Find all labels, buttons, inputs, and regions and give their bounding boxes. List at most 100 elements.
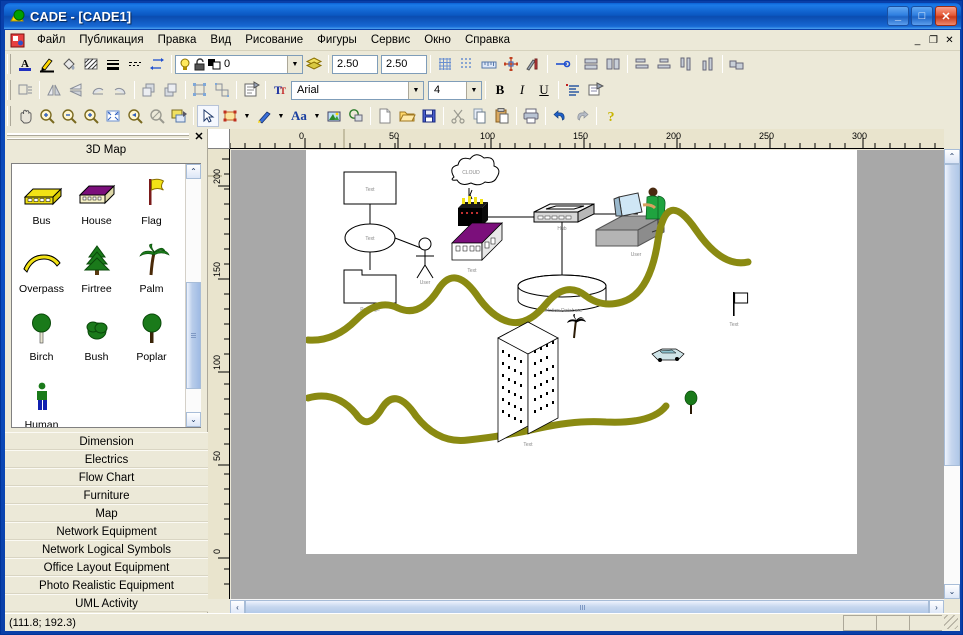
toolbar-grip[interactable] [7, 80, 11, 100]
new-file-icon[interactable] [374, 105, 396, 127]
layer-combo[interactable]: 0 ▼ [175, 54, 303, 74]
line-weight-icon[interactable] [102, 53, 124, 75]
category-network-equipment[interactable]: Network Equipment [5, 522, 208, 540]
group-icon[interactable] [580, 53, 602, 75]
horizontal-ruler[interactable]: 0 50 100 150 200 250 300 [230, 129, 944, 149]
width-field[interactable]: 2.50 [332, 54, 378, 74]
category-furniture[interactable]: Furniture [5, 486, 208, 504]
bold-button[interactable]: B [489, 79, 511, 101]
stencil-item-firtree[interactable]: Firtree [69, 238, 124, 306]
pointer-icon[interactable] [197, 105, 219, 127]
pen-dropdown-icon[interactable]: ▼ [275, 105, 287, 127]
stencil-item-bus[interactable]: Bus [14, 170, 69, 238]
panel-drag-grip[interactable] [7, 132, 189, 140]
scroll-up-icon[interactable]: ⌃ [944, 149, 960, 164]
menu-draw[interactable]: Рисование [238, 32, 310, 48]
align-top-icon[interactable] [675, 53, 697, 75]
canvas-vscroll-track[interactable] [944, 164, 960, 584]
snap-point-icon[interactable] [500, 53, 522, 75]
toolbar-grip[interactable] [7, 54, 11, 74]
zoom-selection-icon[interactable] [146, 105, 168, 127]
text-tool-icon[interactable]: Aa [287, 105, 311, 127]
chevron-down-icon[interactable]: ▼ [466, 81, 481, 99]
stencil-item-bush[interactable]: Bush [69, 306, 124, 374]
zoom-out-icon[interactable] [58, 105, 80, 127]
cut-icon[interactable] [447, 105, 469, 127]
page-content[interactable]: Text Text Package User CLOUD Relation Da… [304, 150, 857, 554]
minimize-button[interactable]: _ [887, 6, 909, 26]
ruler-icon[interactable] [478, 53, 500, 75]
undo-icon[interactable] [549, 105, 571, 127]
zoom-previous-icon[interactable] [124, 105, 146, 127]
flip-vertical-icon[interactable] [65, 79, 87, 101]
drawing-canvas[interactable]: Text Text Package User CLOUD Relation Da… [231, 150, 944, 599]
chevron-down-icon[interactable]: ▼ [408, 81, 423, 99]
font-color-icon[interactable]: A [14, 53, 36, 75]
distribute-icon[interactable] [726, 53, 748, 75]
zoom-fit-icon[interactable]: ⇱⇲ [102, 105, 124, 127]
stencil-scroll-track[interactable] [186, 179, 201, 412]
layers-icon[interactable] [303, 53, 325, 75]
menu-file[interactable]: Файл [30, 32, 72, 48]
close-icon[interactable]: ✕ [193, 130, 205, 143]
line-style-icon[interactable] [124, 53, 146, 75]
print-icon[interactable] [520, 105, 542, 127]
redo-icon[interactable] [571, 105, 593, 127]
grid-icon[interactable] [434, 53, 456, 75]
menu-window[interactable]: Окно [417, 32, 458, 48]
drawing-page[interactable]: Text Text Package User CLOUD Relation Da… [304, 150, 857, 554]
menu-service[interactable]: Сервис [364, 32, 417, 48]
ungroup-icon[interactable] [602, 53, 624, 75]
category-flow-chart[interactable]: Flow Chart [5, 468, 208, 486]
connector-icon[interactable] [551, 53, 573, 75]
stencil-scrollbar[interactable]: ⌃ ⌄ [185, 164, 201, 427]
image-tool-icon[interactable] [323, 105, 345, 127]
stencil-item-flag[interactable]: Flag [124, 170, 179, 238]
save-file-icon[interactable] [418, 105, 440, 127]
fill-color-icon[interactable] [58, 53, 80, 75]
zoom-in-icon[interactable] [36, 105, 58, 127]
scroll-down-icon[interactable]: ⌄ [944, 584, 960, 599]
rectangle-tool-icon[interactable] [219, 105, 241, 127]
resize-grip-icon[interactable] [944, 614, 958, 629]
paragraph-align-icon[interactable] [562, 79, 584, 101]
open-file-icon[interactable] [396, 105, 418, 127]
properties-icon[interactable] [240, 79, 262, 101]
rectangle-dropdown-icon[interactable]: ▼ [241, 105, 253, 127]
category-electrics[interactable]: Electrics [5, 450, 208, 468]
category-uml-activity[interactable]: UML Activity [5, 594, 208, 612]
menu-view[interactable]: Вид [203, 32, 238, 48]
mdi-close-button[interactable]: ✕ [942, 33, 957, 47]
menu-publication[interactable]: Публикация [72, 32, 150, 48]
underline-button[interactable]: U [533, 79, 555, 101]
stencil-item-palm[interactable]: Palm [124, 238, 179, 306]
menu-shapes[interactable]: Фигуры [310, 32, 364, 48]
copy-icon[interactable] [469, 105, 491, 127]
font-size-combo[interactable]: 4 ▼ [428, 80, 482, 100]
stencil-item-poplar[interactable]: Poplar [124, 306, 179, 374]
scroll-up-icon[interactable]: ⌃ [186, 164, 201, 179]
canvas-vscroll-thumb[interactable] [944, 164, 960, 467]
group-shapes-icon[interactable] [189, 79, 211, 101]
stencil-item-birch[interactable]: Birch [14, 306, 69, 374]
bring-front-icon[interactable] [138, 79, 160, 101]
stencil-item-overpass[interactable]: Overpass [14, 238, 69, 306]
align-left-icon[interactable] [631, 53, 653, 75]
drawing-tools-icon[interactable] [522, 53, 544, 75]
pen-tool-icon[interactable] [253, 105, 275, 127]
help-icon[interactable]: ? [600, 105, 622, 127]
rotate-right-icon[interactable] [109, 79, 131, 101]
maximize-button[interactable]: □ [911, 6, 933, 26]
snap-grid-icon[interactable] [456, 53, 478, 75]
stencil-item-human[interactable]: Human [14, 374, 69, 427]
fit-page-icon[interactable] [168, 105, 190, 127]
mdi-minimize-button[interactable]: _ [910, 33, 925, 47]
align-bottom-icon[interactable] [697, 53, 719, 75]
mdi-restore-button[interactable]: ❐ [926, 33, 941, 47]
shape-tool-icon[interactable] [345, 105, 367, 127]
pen-color-icon[interactable] [36, 53, 58, 75]
vertical-ruler[interactable]: 200 150 100 50 0 [208, 149, 230, 599]
scroll-down-icon[interactable]: ⌄ [186, 412, 201, 427]
align-center-icon[interactable] [653, 53, 675, 75]
zoom-window-icon[interactable] [80, 105, 102, 127]
